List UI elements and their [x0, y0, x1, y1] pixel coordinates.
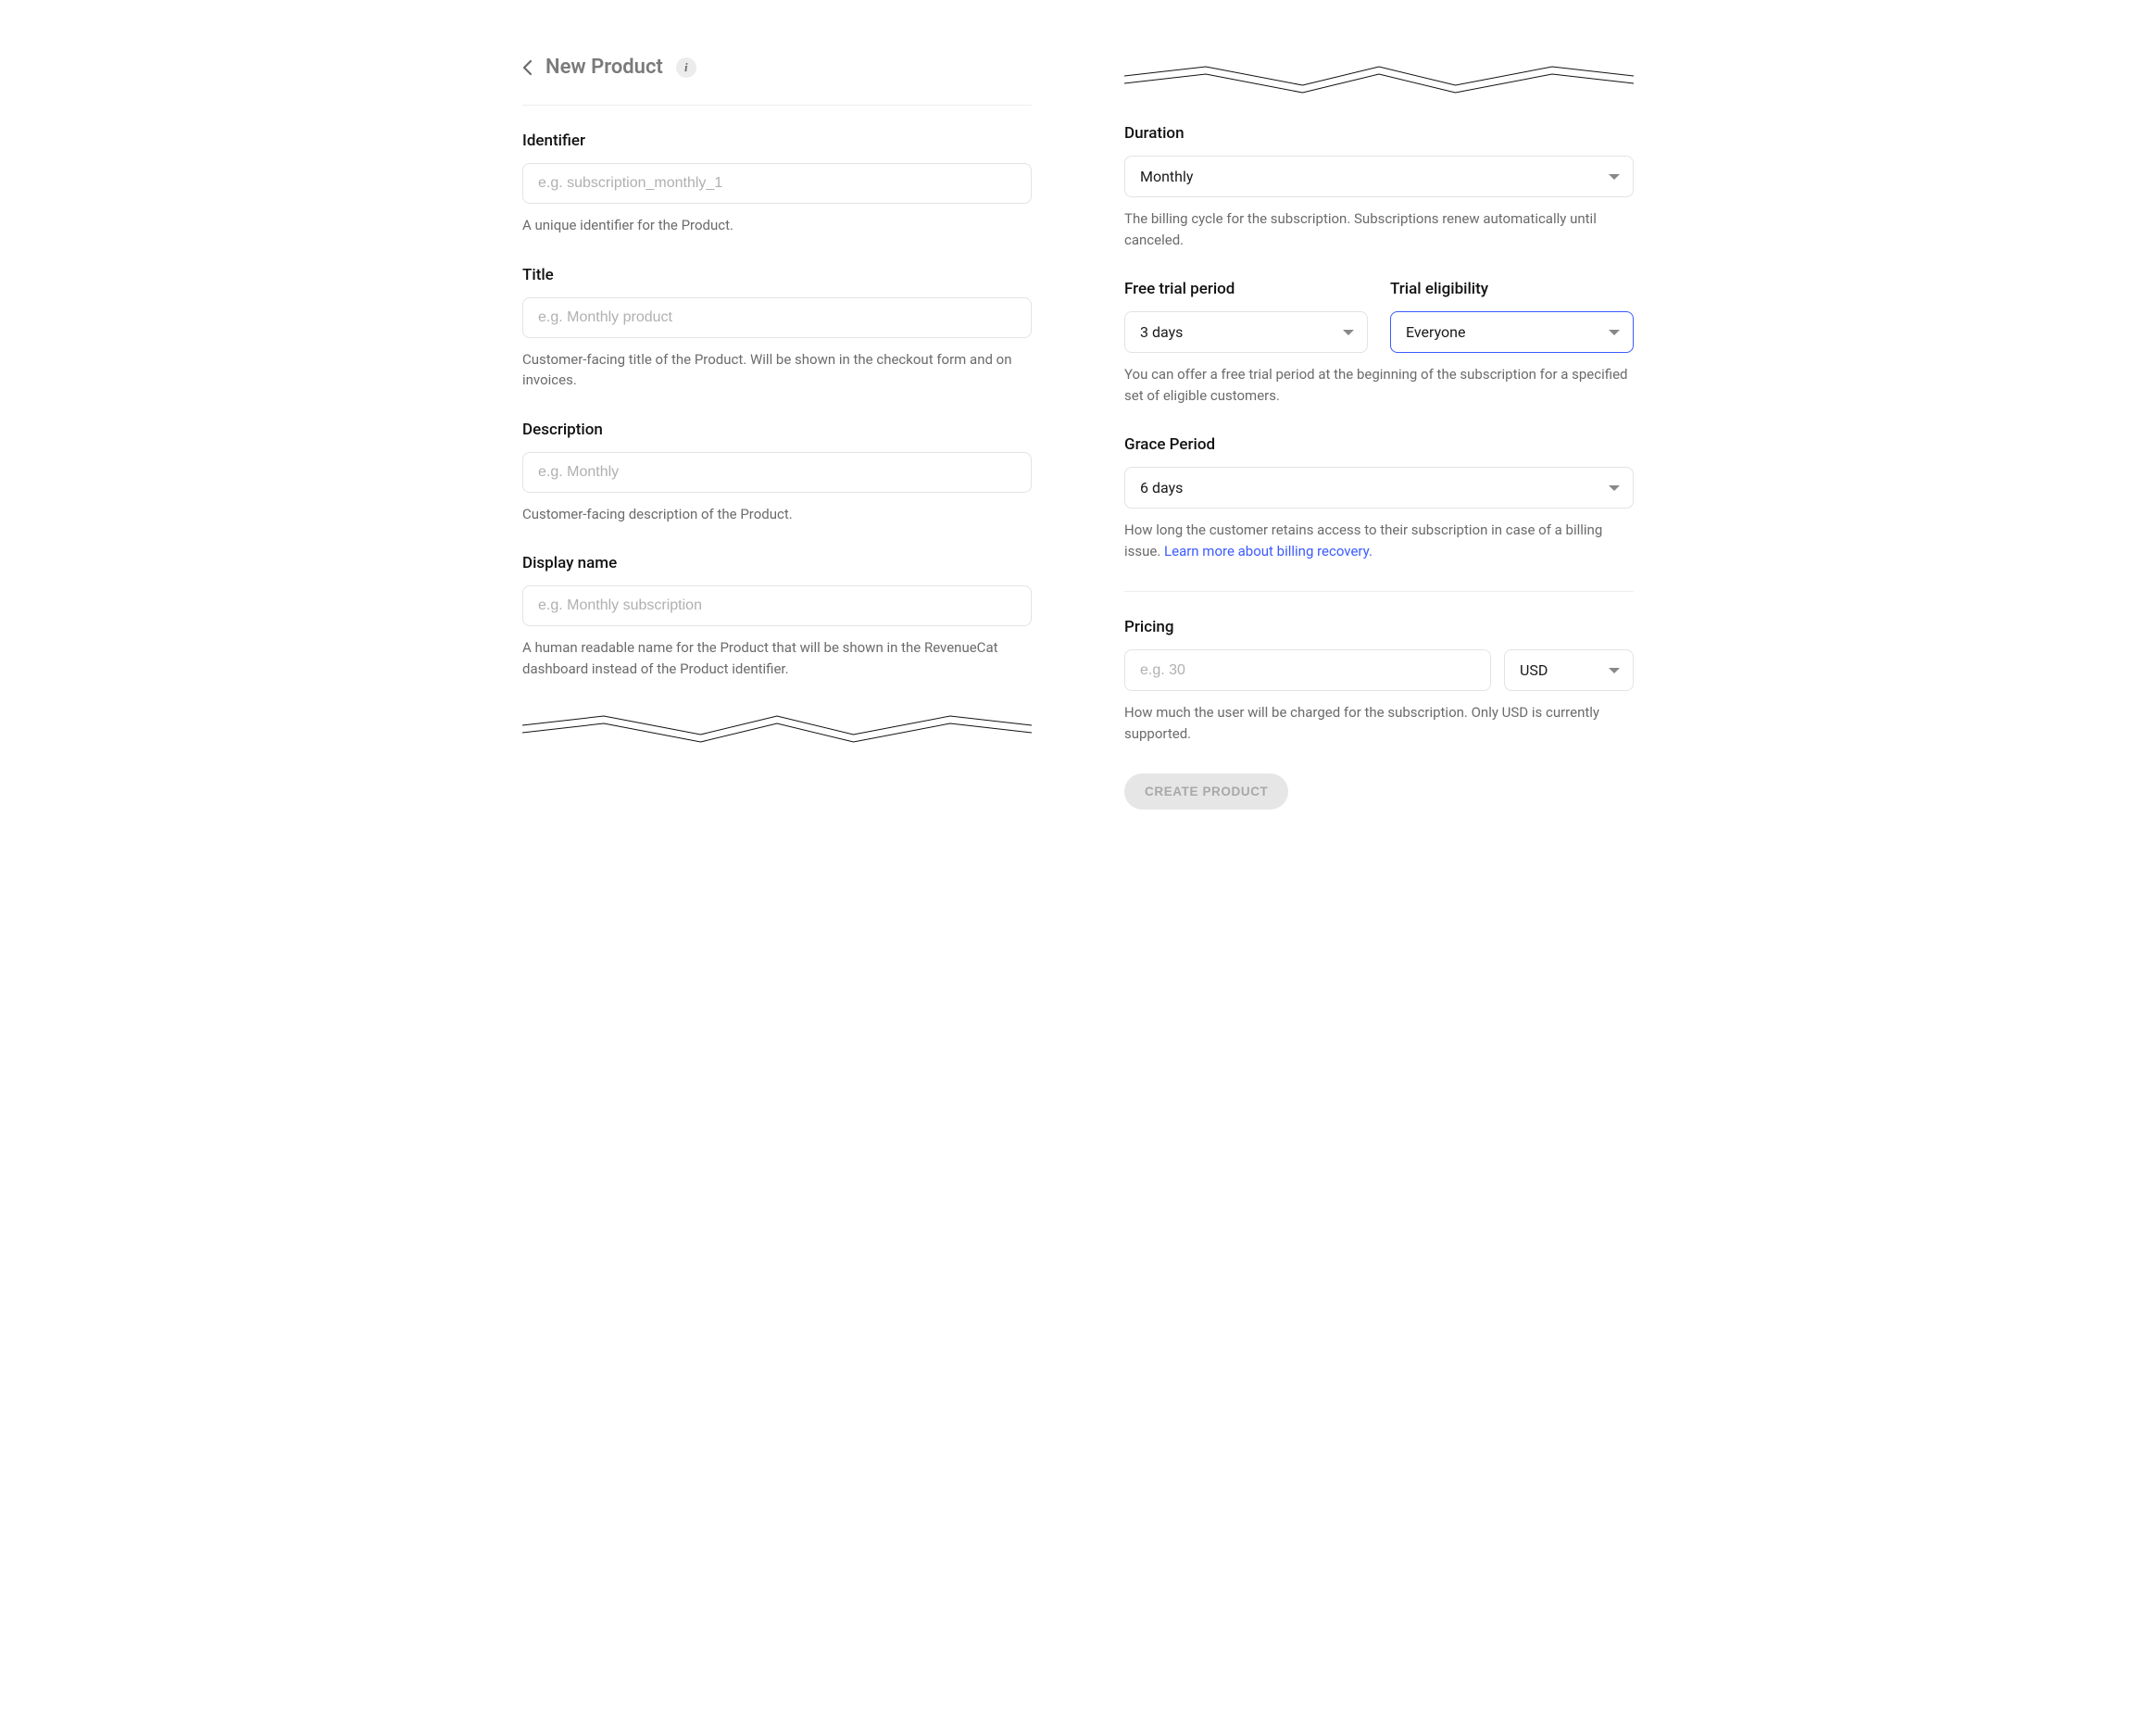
description-label: Description	[522, 421, 1032, 439]
grace-period-value: 6 days	[1140, 479, 1183, 496]
truncated-indicator-icon	[1124, 65, 1634, 102]
trial-eligibility-value: Everyone	[1406, 323, 1465, 341]
title-help: Customer-facing title of the Product. Wi…	[522, 349, 1032, 391]
pricing-label: Pricing	[1124, 618, 1634, 636]
back-chevron-icon[interactable]	[522, 59, 533, 76]
identifier-input[interactable]	[522, 163, 1032, 204]
info-icon[interactable]: i	[676, 57, 696, 78]
page-header: New Product i	[522, 56, 1032, 106]
free-trial-select[interactable]: 3 days	[1124, 311, 1368, 353]
identifier-label: Identifier	[522, 132, 1032, 150]
grace-period-help: How long the customer retains access to …	[1124, 520, 1634, 561]
trial-eligibility-label: Trial eligibility	[1390, 280, 1634, 298]
identifier-help: A unique identifier for the Product.	[522, 215, 1032, 236]
page-title: New Product	[545, 56, 663, 79]
trial-eligibility-select[interactable]: Everyone	[1390, 311, 1634, 353]
truncated-indicator-icon	[522, 709, 1032, 746]
free-trial-value: 3 days	[1140, 323, 1183, 341]
pricing-group: Pricing USD How much the user will be ch…	[1124, 618, 1634, 744]
right-column: Duration Monthly The billing cycle for t…	[1124, 56, 1634, 810]
trial-help: You can offer a free trial period at the…	[1124, 364, 1634, 406]
left-column: New Product i Identifier A unique identi…	[522, 56, 1032, 810]
currency-select[interactable]: USD	[1504, 649, 1634, 691]
free-trial-label: Free trial period	[1124, 280, 1368, 298]
duration-group: Duration Monthly The billing cycle for t…	[1124, 124, 1634, 250]
display-name-group: Display name A human readable name for t…	[522, 554, 1032, 679]
duration-label: Duration	[1124, 124, 1634, 143]
duration-value: Monthly	[1140, 168, 1193, 185]
trial-row: Free trial period 3 days Trial eligibili…	[1124, 280, 1634, 406]
duration-help: The billing cycle for the subscription. …	[1124, 208, 1634, 250]
title-group: Title Customer-facing title of the Produ…	[522, 266, 1032, 391]
grace-period-select[interactable]: 6 days	[1124, 467, 1634, 509]
description-group: Description Customer-facing description …	[522, 421, 1032, 525]
price-input[interactable]	[1124, 649, 1491, 691]
description-help: Customer-facing description of the Produ…	[522, 504, 1032, 525]
section-divider	[1124, 591, 1634, 592]
identifier-group: Identifier A unique identifier for the P…	[522, 132, 1032, 236]
grace-period-group: Grace Period 6 days How long the custome…	[1124, 435, 1634, 561]
grace-period-label: Grace Period	[1124, 435, 1634, 454]
create-product-button[interactable]: CREATE PRODUCT	[1124, 773, 1288, 810]
description-input[interactable]	[522, 452, 1032, 493]
billing-recovery-link[interactable]: Learn more about billing recovery.	[1164, 543, 1373, 559]
display-name-help: A human readable name for the Product th…	[522, 637, 1032, 679]
title-input[interactable]	[522, 297, 1032, 338]
title-label: Title	[522, 266, 1032, 284]
pricing-help: How much the user will be charged for th…	[1124, 702, 1634, 744]
currency-value: USD	[1520, 661, 1548, 679]
display-name-input[interactable]	[522, 585, 1032, 626]
display-name-label: Display name	[522, 554, 1032, 572]
duration-select[interactable]: Monthly	[1124, 156, 1634, 197]
